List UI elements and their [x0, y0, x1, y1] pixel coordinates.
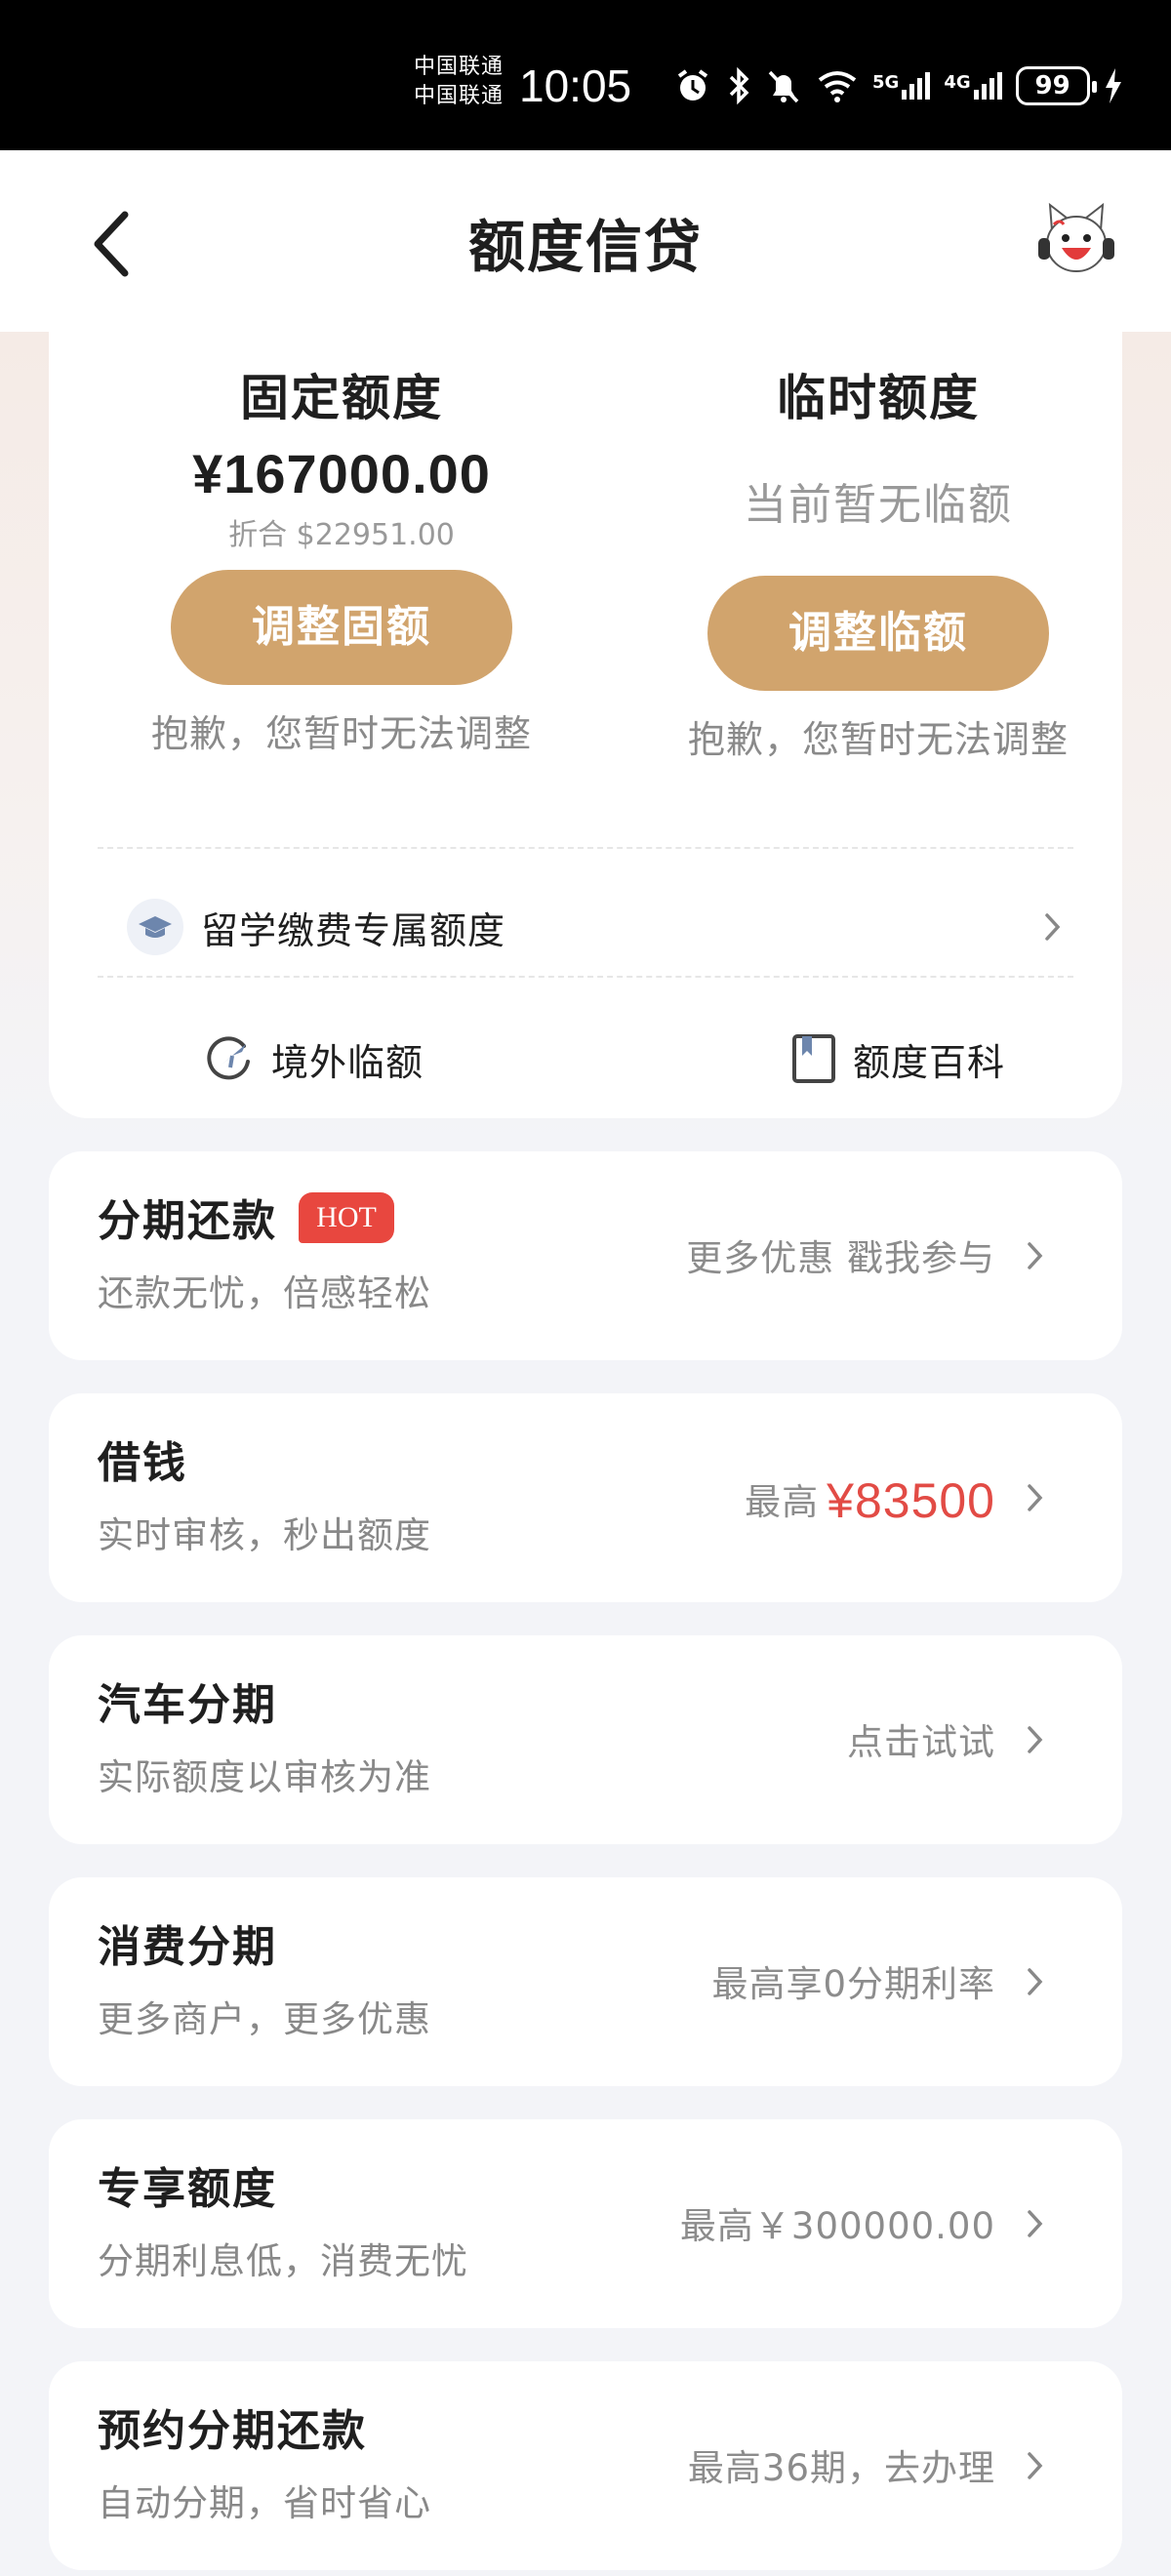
chevron-right-icon: [1028, 1968, 1043, 1995]
divider: [98, 976, 1073, 978]
hot-badge: HOT: [299, 1192, 394, 1243]
exclusive-quota-card[interactable]: 专享额度 分期利息低，消费无忧 最高￥300000.00: [49, 2119, 1122, 2328]
chevron-right-icon: [1028, 1242, 1043, 1269]
fixed-quota-section: 固定额度 ¥167000.00 折合 $22951.00 调整固额 抱歉，您暂时…: [98, 361, 586, 763]
status-icons: 5G 4G 99: [673, 59, 1123, 113]
signal-5g-icon: 5G: [872, 72, 931, 100]
service-title: 消费分期: [98, 1922, 277, 1972]
service-title: 借钱: [98, 1438, 187, 1488]
wifi-icon: [818, 71, 857, 102]
scheduled-installment-card[interactable]: 预约分期还款 自动分期，省时省心 最高36期，去办理: [49, 2361, 1122, 2570]
service-desc: 自动分期，省时省心: [98, 2482, 431, 2524]
quota-encyclopedia-label: 额度百科: [853, 1040, 1006, 1084]
fixed-quota-note: 抱歉，您暂时无法调整: [150, 712, 532, 755]
service-title: 专享额度: [98, 2164, 277, 2214]
max-loan-amount: ¥83500: [827, 1473, 995, 1528]
page-title: 额度信贷: [467, 214, 703, 280]
service-action-text: 点击试试: [847, 1721, 995, 1763]
temporary-quota-section: 临时额度 当前暂无临额 调整临额 抱歉，您暂时无法调整: [634, 361, 1122, 769]
service-title: 分期还款: [98, 1196, 277, 1246]
car-installment-card[interactable]: 汽车分期 实际额度以审核为准 点击试试: [49, 1635, 1122, 1844]
service-action-text: 最高享0分期利率: [711, 1963, 995, 2005]
service-action-text: 更多优惠 戳我参与: [686, 1237, 995, 1279]
service-desc: 实际额度以审核为准: [98, 1756, 431, 1798]
temporary-quota-label: 临时额度: [777, 370, 980, 426]
charging-icon: [1105, 68, 1121, 103]
borrow-money-card[interactable]: 借钱 实时审核，秒出额度 最高 ¥83500: [49, 1393, 1122, 1602]
chevron-right-icon: [1028, 2452, 1043, 2479]
status-time: 10:05: [519, 60, 632, 111]
network-type-2: 4G: [944, 72, 971, 93]
consumer-installment-card[interactable]: 消费分期 更多商户，更多优惠 最高享0分期利率: [49, 1877, 1122, 2086]
temporary-quota-note: 抱歉，您暂时无法调整: [687, 718, 1069, 761]
quota-card: 固定额度 ¥167000.00 折合 $22951.00 调整固额 抱歉，您暂时…: [49, 332, 1122, 1118]
max-prefix: 最高: [745, 1481, 820, 1523]
chevron-right-icon: [1028, 2210, 1043, 2237]
divider: [98, 847, 1073, 849]
carrier-2: 中国联通: [414, 84, 505, 108]
fixed-quota-amount: ¥167000.00: [192, 443, 491, 504]
service-title: 汽车分期: [98, 1680, 277, 1730]
mute-bell-icon: [768, 70, 799, 103]
status-bar: 中国联通 中国联通 10:05 5G 4G 99: [0, 0, 1171, 150]
service-action-text: 最高￥300000.00: [679, 2205, 995, 2247]
fixed-quota-converted: 折合 $22951.00: [228, 518, 455, 552]
quota-encyclopedia-link[interactable]: 额度百科: [790, 1015, 1005, 1103]
chevron-right-icon: [1028, 1726, 1043, 1753]
signal-4g-icon: 4G: [944, 72, 1002, 100]
service-desc: 实时审核，秒出额度: [98, 1514, 431, 1556]
mascot-service-icon[interactable]: [1032, 201, 1120, 281]
temporary-quota-status: 当前暂无临额: [744, 480, 1013, 530]
adjust-fixed-quota-button[interactable]: 调整固额: [171, 570, 512, 685]
service-action-text: 最高 ¥83500: [745, 1471, 995, 1530]
installment-repayment-card[interactable]: 分期还款 HOT 还款无忧，倍感轻松 更多优惠 戳我参与: [49, 1151, 1122, 1360]
fixed-quota-label: 固定额度: [240, 370, 443, 426]
chevron-right-icon: [1045, 913, 1061, 941]
study-abroad-quota-row[interactable]: 留学缴费专属额度: [127, 878, 1064, 976]
service-desc: 还款无忧，倍感轻松: [98, 1272, 431, 1314]
service-desc: 分期利息低，消费无忧: [98, 2240, 468, 2282]
overseas-temp-quota-label: 境外临额: [271, 1040, 424, 1084]
adjust-temporary-quota-button[interactable]: 调整临额: [707, 576, 1049, 691]
service-desc: 更多商户，更多优惠: [98, 1998, 431, 2040]
battery-icon: 99: [1015, 66, 1097, 105]
book-icon: [792, 1034, 835, 1083]
carrier-labels: 中国联通 中国联通: [414, 53, 504, 111]
service-action-text: 最高36期，去办理: [687, 2447, 995, 2489]
nav-bar: 额度信贷: [0, 150, 1171, 332]
graduation-cap-icon: [127, 899, 183, 955]
battery-level: 99: [1034, 71, 1070, 101]
carrier-1: 中国联通: [414, 55, 505, 79]
network-type-1: 5G: [872, 72, 900, 93]
study-abroad-quota-label: 留学缴费专属额度: [201, 908, 506, 952]
overseas-plane-icon: [207, 1036, 250, 1080]
overseas-temp-quota-link[interactable]: 境外临额: [203, 1015, 424, 1103]
bluetooth-icon: [729, 66, 749, 105]
chevron-right-icon: [1028, 1484, 1043, 1511]
service-title: 预约分期还款: [98, 2406, 367, 2456]
alarm-icon: [677, 69, 708, 101]
